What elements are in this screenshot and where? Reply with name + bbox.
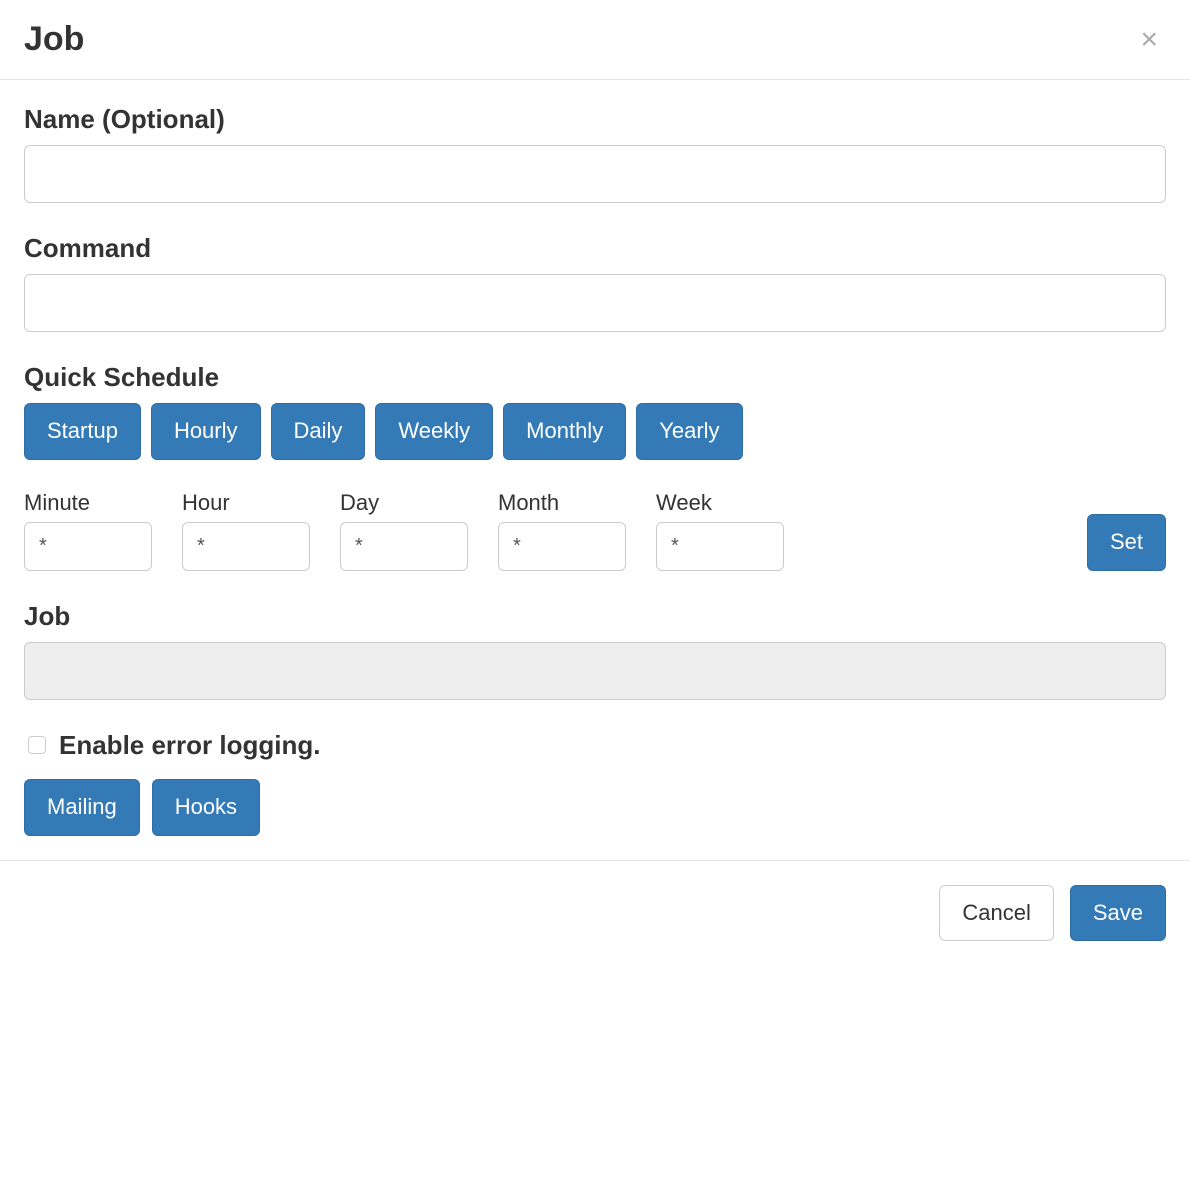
job-output-group: Job xyxy=(24,601,1166,700)
quick-schedule-weekly-button[interactable]: Weekly xyxy=(375,403,493,460)
save-button[interactable]: Save xyxy=(1070,885,1166,942)
quick-schedule-hourly-button[interactable]: Hourly xyxy=(151,403,261,460)
cron-minute-input[interactable] xyxy=(24,522,152,571)
cron-hour-col: Hour xyxy=(182,490,310,571)
close-button[interactable]: × xyxy=(1132,21,1166,59)
quick-schedule-daily-button[interactable]: Daily xyxy=(271,403,366,460)
cron-month-input[interactable] xyxy=(498,522,626,571)
quick-schedule-monthly-button[interactable]: Monthly xyxy=(503,403,626,460)
cron-week-input[interactable] xyxy=(656,522,784,571)
modal-title: Job xyxy=(24,20,84,59)
cron-month-col: Month xyxy=(498,490,626,571)
cron-day-input[interactable] xyxy=(340,522,468,571)
name-label: Name (Optional) xyxy=(24,104,1166,135)
job-output-input xyxy=(24,642,1166,700)
close-icon: × xyxy=(1140,23,1158,56)
modal-footer: Cancel Save xyxy=(0,860,1190,942)
error-logging-label: Enable error logging. xyxy=(59,730,320,761)
quick-schedule-group: Quick Schedule Startup Hourly Daily Week… xyxy=(24,362,1166,460)
command-input[interactable] xyxy=(24,274,1166,332)
command-group: Command xyxy=(24,233,1166,332)
cron-day-label: Day xyxy=(340,490,468,516)
error-logging-row: Enable error logging. xyxy=(24,730,1166,761)
name-group: Name (Optional) xyxy=(24,104,1166,203)
name-input[interactable] xyxy=(24,145,1166,203)
quick-schedule-startup-button[interactable]: Startup xyxy=(24,403,141,460)
error-logging-checkbox[interactable] xyxy=(28,736,46,754)
modal-body: Name (Optional) Command Quick Schedule S… xyxy=(0,80,1190,860)
command-label: Command xyxy=(24,233,1166,264)
cancel-button[interactable]: Cancel xyxy=(939,885,1053,942)
cron-hour-input[interactable] xyxy=(182,522,310,571)
cron-minute-label: Minute xyxy=(24,490,152,516)
cron-set-button[interactable]: Set xyxy=(1087,514,1166,571)
cron-month-label: Month xyxy=(498,490,626,516)
quick-schedule-yearly-button[interactable]: Yearly xyxy=(636,403,742,460)
cron-minute-col: Minute xyxy=(24,490,152,571)
cron-day-col: Day xyxy=(340,490,468,571)
quick-schedule-label: Quick Schedule xyxy=(24,362,1166,393)
job-modal: Job × Name (Optional) Command Quick Sche… xyxy=(0,0,1190,941)
cron-week-label: Week xyxy=(656,490,784,516)
mailing-button[interactable]: Mailing xyxy=(24,779,140,836)
job-output-label: Job xyxy=(24,601,1166,632)
modal-header: Job × xyxy=(0,0,1190,80)
cron-group: Minute Hour Day Month Week xyxy=(24,490,1166,571)
extra-buttons: Mailing Hooks xyxy=(24,779,1166,836)
hooks-button[interactable]: Hooks xyxy=(152,779,260,836)
cron-week-col: Week xyxy=(656,490,784,571)
cron-hour-label: Hour xyxy=(182,490,310,516)
